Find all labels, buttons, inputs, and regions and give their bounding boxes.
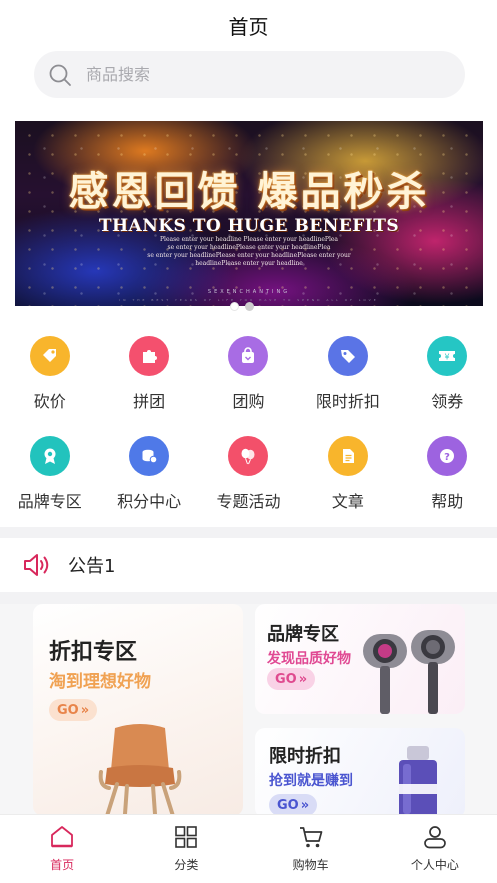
- announcement-bar[interactable]: 公告1: [0, 538, 497, 592]
- tab-home[interactable]: 首页: [0, 815, 124, 883]
- balloons-icon: [228, 436, 269, 476]
- feature-brand-zone[interactable]: 品牌专区: [0, 433, 99, 533]
- feature-label: 领券: [431, 392, 464, 411]
- svg-text:?: ?: [444, 452, 450, 463]
- category-icon: [175, 826, 198, 848]
- tab-category[interactable]: 分类: [124, 815, 248, 883]
- cart-icon: [299, 827, 322, 848]
- card-title: 折扣专区: [49, 640, 138, 665]
- badge-icon: [29, 436, 70, 476]
- search-input[interactable]: [86, 65, 426, 84]
- tab-cart[interactable]: 购物车: [249, 815, 373, 883]
- feature-label: 文章: [331, 492, 364, 511]
- search-icon: [49, 64, 71, 86]
- banner-subtitle: THANKS TO HUGE BENEFITS: [98, 216, 400, 236]
- card-subtitle: 淘到理想好物: [49, 672, 151, 692]
- go-label: GO: [275, 671, 297, 687]
- document-icon: [327, 436, 368, 476]
- feature-coupon[interactable]: ¥ 领券: [398, 333, 497, 433]
- carousel-dots: [230, 302, 254, 312]
- go-button[interactable]: GO»: [267, 668, 316, 690]
- carousel-dot[interactable]: [230, 302, 239, 311]
- card-title: 限时折扣: [269, 746, 341, 767]
- card-subtitle: 抢到就是赚到: [269, 773, 353, 789]
- bottom-tab-bar: 首页 分类 购物车 个人中心: [0, 814, 497, 883]
- search-bar[interactable]: [34, 51, 465, 98]
- banner-fine-text: headlinePlease enter your headline: [195, 260, 303, 267]
- carousel-dot[interactable]: [245, 302, 254, 311]
- go-button[interactable]: GO»: [269, 794, 318, 816]
- section-divider: [0, 592, 497, 604]
- feature-label: 限时折扣: [315, 392, 380, 411]
- shopping-bag-icon: [228, 336, 269, 376]
- promo-banner[interactable]: 感恩回馈 爆品秒杀 THANKS TO HUGE BENEFITS Please…: [15, 121, 483, 306]
- banner-headline: 感恩回馈 爆品秒杀: [68, 168, 430, 215]
- feature-points-center[interactable]: 积分中心: [99, 433, 198, 533]
- banner-brand: SEXENCHANTING: [207, 289, 291, 295]
- serum-bottle-image: [399, 746, 437, 818]
- feature-label: 砍价: [33, 392, 66, 411]
- chevron-right-icon: »: [298, 671, 308, 687]
- go-label: GO: [57, 702, 79, 718]
- top-bar: 首页: [0, 0, 497, 50]
- banner-fine-text: se enter your headlinePlease enter your …: [147, 252, 351, 259]
- svg-text:¥: ¥: [445, 353, 450, 362]
- hair-dryer-image: [363, 630, 455, 714]
- help-icon: ?: [427, 436, 468, 476]
- banner-fine-text: Please enter your headline Please enter …: [160, 236, 338, 243]
- feature-label: 帮助: [431, 492, 464, 511]
- puzzle-icon: [129, 336, 170, 376]
- feature-bargain[interactable]: 砍价: [0, 333, 99, 433]
- chevron-right-icon: »: [300, 797, 310, 813]
- banner-fine-text: se enter your headlinePlease enter your …: [167, 244, 331, 251]
- go-label: GO: [277, 797, 299, 813]
- feature-row: 品牌专区 积分中心 专题活动 文章 ? 帮助: [0, 433, 497, 533]
- home-icon: [51, 826, 74, 848]
- chair-image: [98, 724, 182, 816]
- feature-row: 砍价 拼团 团购 限时折扣 ¥ 领券: [0, 333, 497, 433]
- announcement-text: 公告1: [68, 556, 116, 577]
- page-title: 首页: [228, 14, 269, 39]
- flash-discount-card[interactable]: 限时折扣 抢到就是赚到 GO»: [255, 728, 465, 818]
- coins-icon: [129, 436, 170, 476]
- feature-label: 品牌专区: [17, 492, 82, 511]
- price-tag-icon: [29, 336, 70, 376]
- discount-zone-card[interactable]: 折扣专区 淘到理想好物 GO»: [33, 604, 243, 816]
- go-button[interactable]: GO»: [49, 699, 98, 721]
- feature-team-purchase[interactable]: 团购: [199, 333, 298, 433]
- tab-label: 首页: [50, 858, 75, 872]
- promo-section: 折扣专区 淘到理想好物 GO» 品牌专区 发现品质好物 GO» 限时折扣 抢到就…: [0, 604, 497, 818]
- speaker-icon: [24, 554, 49, 576]
- card-title: 品牌专区: [267, 624, 339, 645]
- feature-help[interactable]: ? 帮助: [398, 433, 497, 533]
- feature-flash-discount[interactable]: 限时折扣: [298, 333, 397, 433]
- chevron-right-icon: »: [80, 702, 90, 718]
- tab-label: 分类: [174, 858, 199, 872]
- tab-profile[interactable]: 个人中心: [373, 815, 497, 883]
- user-icon: [424, 826, 446, 849]
- feature-label: 团购: [232, 392, 265, 411]
- feature-group-buy[interactable]: 拼团: [99, 333, 198, 433]
- section-divider: [0, 527, 497, 538]
- feature-label: 积分中心: [117, 492, 182, 511]
- feature-articles[interactable]: 文章: [298, 433, 397, 533]
- discount-tag-icon: [327, 336, 368, 376]
- feature-label: 拼团: [133, 392, 166, 411]
- card-subtitle: 发现品质好物: [267, 651, 351, 667]
- coupon-icon: ¥: [427, 336, 468, 376]
- feature-label: 专题活动: [216, 492, 281, 511]
- tab-label: 个人中心: [410, 858, 459, 872]
- brand-zone-card[interactable]: 品牌专区 发现品质好物 GO»: [255, 604, 465, 714]
- feature-topic-events[interactable]: 专题活动: [199, 433, 298, 533]
- feature-grid: 砍价 拼团 团购 限时折扣 ¥ 领券 品牌专区 积分中心 专题活动 文章 ? 帮…: [0, 333, 497, 533]
- tab-label: 购物车: [292, 858, 329, 872]
